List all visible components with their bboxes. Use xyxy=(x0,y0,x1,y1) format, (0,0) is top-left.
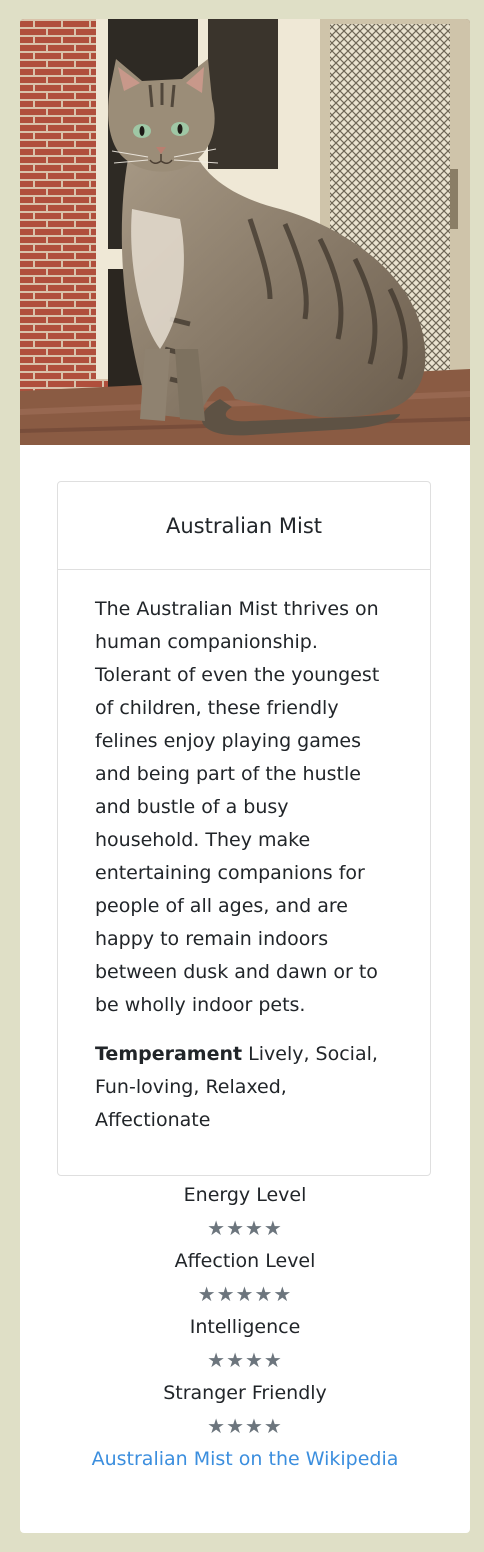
breed-name: Australian Mist xyxy=(58,482,430,570)
temperament-label: Temperament xyxy=(95,1043,243,1065)
breed-info-panel: Australian Mist The Australian Mist thri… xyxy=(57,481,431,1176)
breed-photo xyxy=(20,19,470,445)
stranger-friendly-label: Stranger Friendly xyxy=(163,1382,327,1404)
temperament-row: Temperament Lively, Social, Fun-loving, … xyxy=(95,1038,393,1137)
affection-level-stars: ★★★★★ xyxy=(197,1282,293,1306)
breed-info-body: The Australian Mist thrives on human com… xyxy=(58,570,430,1137)
energy-level-label: Energy Level xyxy=(183,1184,307,1206)
wikipedia-link[interactable]: Australian Mist on the Wikipedia xyxy=(92,1443,399,1476)
intelligence-label: Intelligence xyxy=(189,1316,301,1338)
breed-description: The Australian Mist thrives on human com… xyxy=(95,598,380,1016)
energy-level-stars: ★★★★ xyxy=(207,1216,283,1240)
stranger-friendly-stars: ★★★★ xyxy=(207,1414,283,1438)
intelligence-stars: ★★★★ xyxy=(207,1348,283,1372)
affection-level-label: Affection Level xyxy=(174,1250,316,1272)
breed-card: Australian Mist The Australian Mist thri… xyxy=(20,19,470,1533)
ratings-section: Energy Level ★★★★ Affection Level ★★★★★ … xyxy=(20,1179,470,1476)
